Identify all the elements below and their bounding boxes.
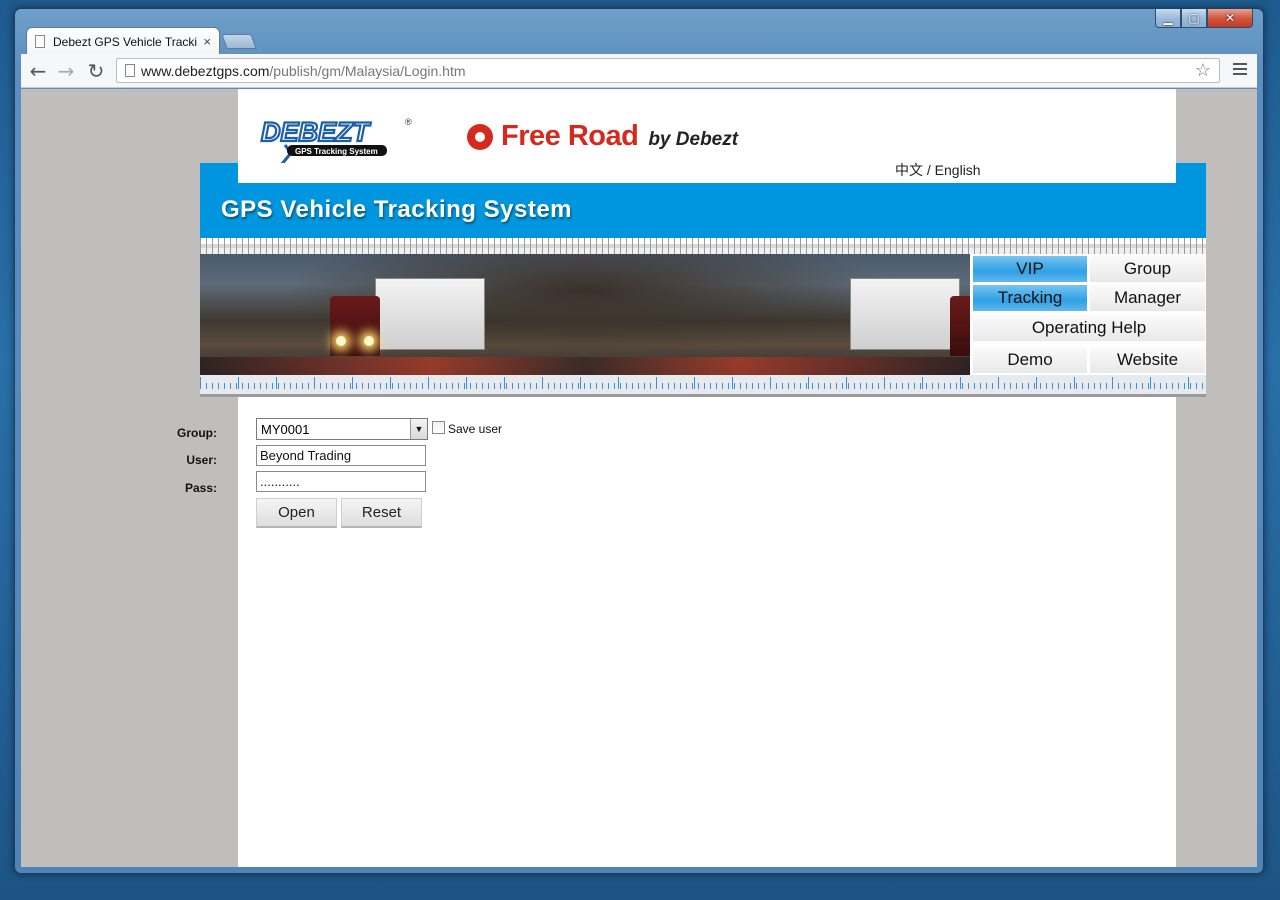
password-field[interactable]: ........... [256,471,426,492]
menu-icon[interactable] [1233,63,1247,78]
minimize-icon: ▁ [1163,11,1173,25]
url-path: /publish/gm/Malaysia/Login.htm [269,62,466,79]
logo-text: DEBEZT [261,117,372,147]
user-field[interactable] [256,445,426,466]
browser-tab[interactable]: Debezt GPS Vehicle Tracki × [26,27,220,55]
nav-manager[interactable]: Manager [1089,284,1206,312]
page-icon [35,35,45,48]
banner-image [200,254,970,375]
system-title: GPS Vehicle Tracking System [221,196,572,223]
nav-vip[interactable]: VIP [972,255,1088,283]
nav-demo[interactable]: Demo [972,346,1088,374]
new-tab-button[interactable] [221,34,257,49]
truck-right [850,278,970,364]
freeroad-wheel-icon [467,124,493,150]
nav-grid: VIP Group Tracking Manager Operating Hel… [970,254,1206,375]
maximize-icon: ▢ [1188,11,1200,25]
user-label: User: [186,453,217,467]
nav-operating-help[interactable]: Operating Help [972,314,1206,342]
pass-label: Pass: [184,481,217,495]
brand-main: Free Road [501,120,639,152]
group-select[interactable]: MY0001 ▼ [256,418,428,440]
language-switch[interactable]: 中文 / English [895,160,981,180]
maximize-button[interactable]: ▢ [1181,9,1207,28]
nav-group[interactable]: Group [1089,255,1206,283]
page-viewport: DEBEZT GPS Tracking System ® Free Road b… [21,89,1257,867]
brand-by: by Debezt [648,129,739,150]
ruler-bottom [200,375,1206,397]
open-button[interactable]: Open [256,498,337,528]
url-host: www.debeztgps.com [141,62,270,79]
freeroad-brand: Free Road by Debezt [467,119,738,153]
browser-toolbar: ← → ↻ www.debeztgps.com/publish/gm/Malay… [21,54,1257,88]
svg-text:®: ® [405,117,412,127]
group-label: Group: [177,426,217,440]
ruler-top [200,238,1206,254]
tab-close-icon[interactable]: × [203,34,211,49]
nav-tracking[interactable]: Tracking [972,284,1088,312]
minimize-button[interactable]: ▁ [1155,9,1181,28]
group-value: MY0001 [261,422,310,437]
close-window-button[interactable]: ✕ [1207,9,1253,28]
address-bar[interactable]: www.debeztgps.com/publish/gm/Malaysia/Lo… [116,58,1220,83]
save-user-label: Save user [448,422,503,436]
chevron-down-icon[interactable]: ▼ [410,419,427,439]
tab-title: Debezt GPS Vehicle Tracki [53,34,198,49]
back-icon[interactable]: ← [27,60,49,82]
page-icon [125,64,135,77]
window-controls: ▁ ▢ ✕ [1155,9,1253,28]
bookmark-star-icon[interactable]: ☆ [1195,60,1211,81]
forward-icon[interactable]: → [55,60,77,82]
reload-icon[interactable]: ↻ [85,60,107,82]
logo-tagline: GPS Tracking System [295,147,378,156]
save-user-checkbox[interactable] [432,421,445,434]
reset-button[interactable]: Reset [341,498,422,528]
nav-website[interactable]: Website [1089,346,1206,374]
close-icon: ✕ [1224,11,1236,25]
truck-left [330,278,485,364]
